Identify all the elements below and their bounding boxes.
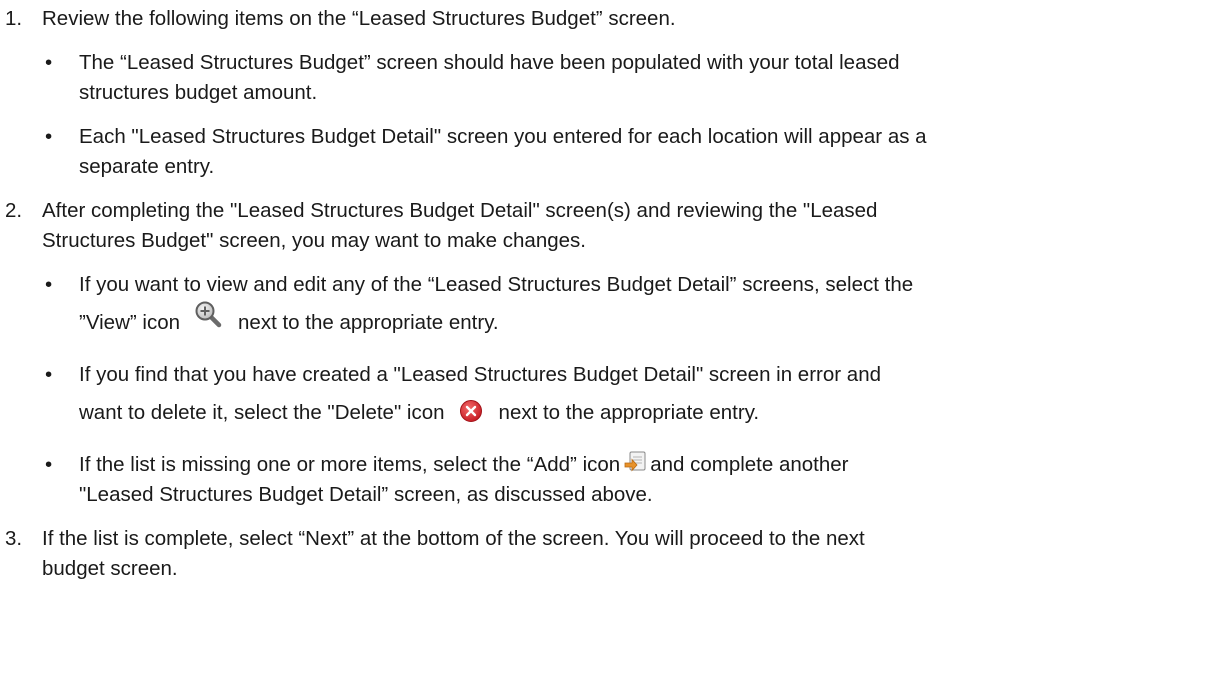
bullet-line: If you find that you have created a "Lea… — [79, 363, 881, 386]
bullet-line-with-icon: want to delete it, select the "Delete" i… — [79, 390, 1201, 436]
step-text: Review the following items on the “Lease… — [42, 7, 676, 30]
zoom-in-icon — [194, 300, 222, 328]
step-text: budget screen. — [42, 557, 178, 580]
bullet-text: If the list is missing one or more items… — [79, 453, 621, 476]
bullet-text: ”View” icon — [79, 311, 181, 334]
bullet-delete: • If you find that you have created a "L… — [0, 360, 1219, 436]
bullet-text: next to the appropriate entry. — [238, 311, 499, 334]
bullet-line: separate entry. — [79, 155, 215, 178]
bullet-line-with-icon: If the list is missing one or more items… — [79, 450, 1201, 480]
step-3: 3. If the list is complete, select “Next… — [0, 524, 1219, 584]
step-number: 1. — [5, 7, 23, 30]
step-number: 2. — [5, 199, 23, 222]
bullet-dot: • — [45, 363, 53, 386]
bullet-line: The “Leased Structures Budget” screen sh… — [79, 51, 900, 74]
bullet-separate-entry: • Each "Leased Structures Budget Detail"… — [0, 122, 1219, 182]
bullet-dot: • — [45, 273, 53, 296]
bullet-line: If you want to view and edit any of the … — [79, 273, 914, 296]
bullet-dot: • — [45, 125, 53, 148]
bullet-dot: • — [45, 453, 53, 476]
step-1: 1. Review the following items on the “Le… — [0, 4, 1219, 34]
delete-icon — [459, 399, 483, 423]
step-text: If the list is complete, select “Next” a… — [42, 527, 865, 550]
step-text: Structures Budget" screen, you may want … — [42, 229, 586, 252]
bullet-line-with-icon: ”View” icon next to the appropriate entr… — [79, 300, 1201, 346]
add-icon — [624, 450, 648, 474]
step-number: 3. — [5, 527, 23, 550]
bullet-text: next to the appropriate entry. — [498, 401, 760, 424]
step-text: After completing the "Leased Structures … — [42, 199, 878, 222]
step-1-bullets: • The “Leased Structures Budget” screen … — [0, 48, 1219, 182]
instructions-document: 1. Review the following items on the “Le… — [0, 0, 1219, 687]
bullet-view: • If you want to view and edit any of th… — [0, 270, 1219, 346]
bullet-add: • If the list is missing one or more ite… — [0, 450, 1219, 510]
bullet-dot: • — [45, 51, 53, 74]
bullet-line: "Leased Structures Budget Detail” screen… — [79, 483, 653, 506]
bullet-populated: • The “Leased Structures Budget” screen … — [0, 48, 1219, 108]
bullet-line: structures budget amount. — [79, 81, 318, 104]
step-2-bullets: • If you want to view and edit any of th… — [0, 270, 1219, 510]
bullet-line: Each "Leased Structures Budget Detail" s… — [79, 125, 927, 148]
bullet-text: and complete another — [650, 453, 849, 476]
bullet-text: want to delete it, select the "Delete" i… — [79, 401, 445, 424]
step-2: 2. After completing the "Leased Structur… — [0, 196, 1219, 256]
